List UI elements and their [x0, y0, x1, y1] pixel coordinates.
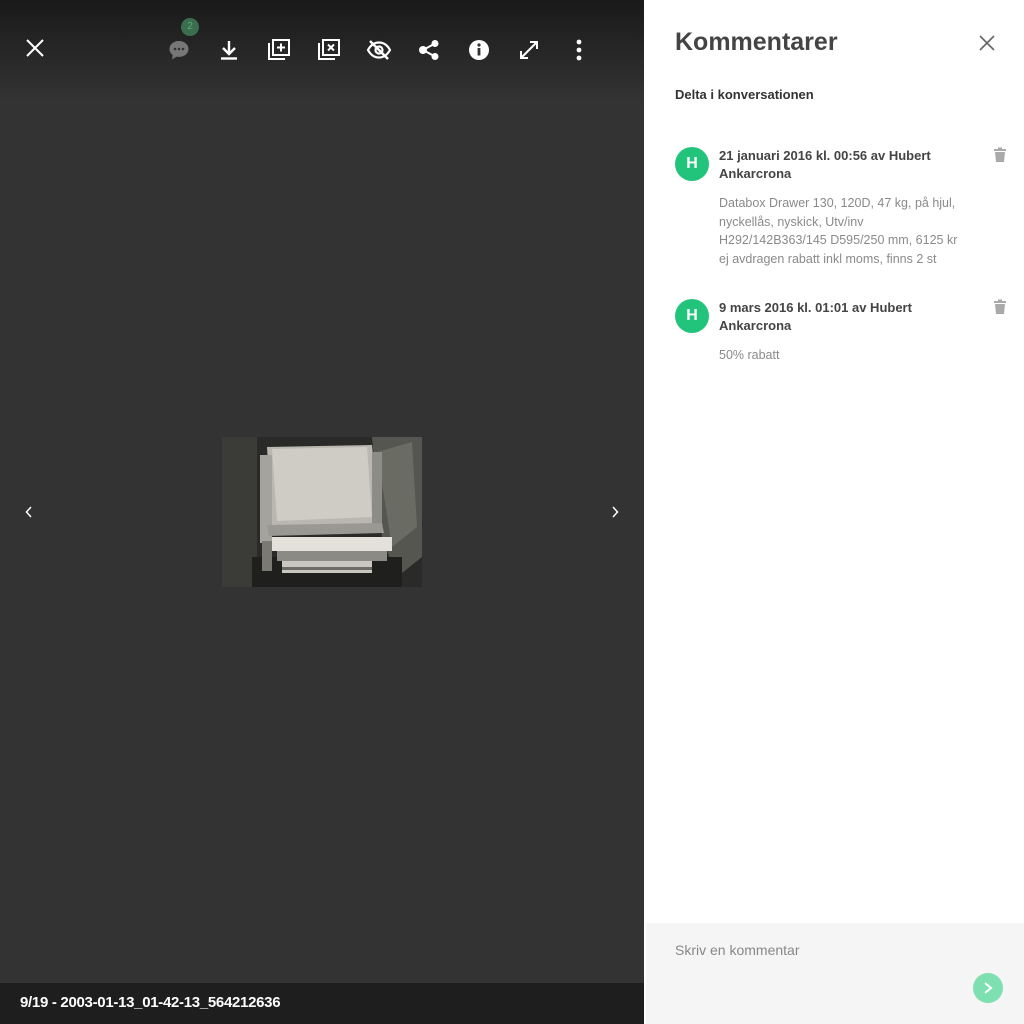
- comment-text: 50% rabatt: [719, 348, 780, 362]
- close-icon: [979, 35, 995, 51]
- fullscreen-icon: [520, 41, 538, 59]
- info-icon: [469, 40, 489, 60]
- chevron-right-icon: [612, 506, 619, 518]
- trash-icon: [994, 147, 1006, 162]
- panel-title: Kommentarer: [675, 28, 838, 56]
- add-to-album-icon: [268, 39, 290, 60]
- photo-viewer: 2 9/19 - 2003-01-13_01-42-13_564212636: [0, 0, 644, 1024]
- remove-from-album-button[interactable]: [309, 30, 349, 70]
- comment-composer: [646, 923, 1024, 1024]
- comment-count-badge: 2: [181, 18, 199, 36]
- close-viewer-button[interactable]: [15, 28, 55, 68]
- download-button[interactable]: [209, 30, 249, 70]
- remove-from-album-icon: [318, 39, 340, 60]
- send-comment-button[interactable]: [973, 973, 1003, 1003]
- next-photo-button[interactable]: [603, 500, 627, 524]
- app-root: 2 9/19 - 2003-01-13_01-42-13_564212636 K…: [0, 0, 1024, 1024]
- trash-icon: [994, 299, 1006, 314]
- chevron-left-icon: [25, 506, 32, 518]
- caption-bar: 9/19 - 2003-01-13_01-42-13_564212636: [0, 983, 644, 1024]
- comments-button[interactable]: 2: [159, 18, 199, 70]
- chevron-right-icon: [984, 982, 993, 994]
- hide-button[interactable]: [359, 30, 399, 70]
- comments-panel: Kommentarer Delta i konversationen H 21 …: [644, 0, 1024, 1024]
- photo-drawer-cabinet-image: [222, 437, 422, 587]
- comment-input[interactable]: [673, 937, 977, 963]
- close-comments-button[interactable]: [974, 30, 1000, 56]
- previous-photo-button[interactable]: [17, 500, 41, 524]
- comment-meta: 21 januari 2016 kl. 00:56 av Hubert Anka…: [719, 148, 931, 181]
- delete-comment-button[interactable]: [993, 147, 1009, 163]
- viewer-toolbar: 2: [0, 0, 644, 100]
- avatar: H: [675, 299, 709, 333]
- add-to-album-button[interactable]: [259, 30, 299, 70]
- hide-icon: [366, 40, 392, 60]
- avatar: H: [675, 147, 709, 181]
- more-icon: [576, 39, 582, 61]
- share-button[interactable]: [409, 30, 449, 70]
- photo: [222, 437, 422, 587]
- fullscreen-button[interactable]: [509, 30, 549, 70]
- comment-icon: [169, 41, 189, 60]
- more-options-button[interactable]: [559, 30, 599, 70]
- close-icon: [26, 39, 44, 57]
- panel-subtitle: Delta i konversationen: [675, 87, 814, 102]
- download-icon: [221, 41, 237, 60]
- share-icon: [419, 40, 439, 60]
- comment-text: Databox Drawer 130, 120D, 47 kg, på hjul…: [719, 196, 958, 266]
- info-button[interactable]: [459, 30, 499, 70]
- delete-comment-button[interactable]: [993, 299, 1009, 315]
- comment-meta: 9 mars 2016 kl. 01:01 av Hubert Ankarcro…: [719, 300, 912, 333]
- photo-caption: 9/19 - 2003-01-13_01-42-13_564212636: [20, 994, 281, 1011]
